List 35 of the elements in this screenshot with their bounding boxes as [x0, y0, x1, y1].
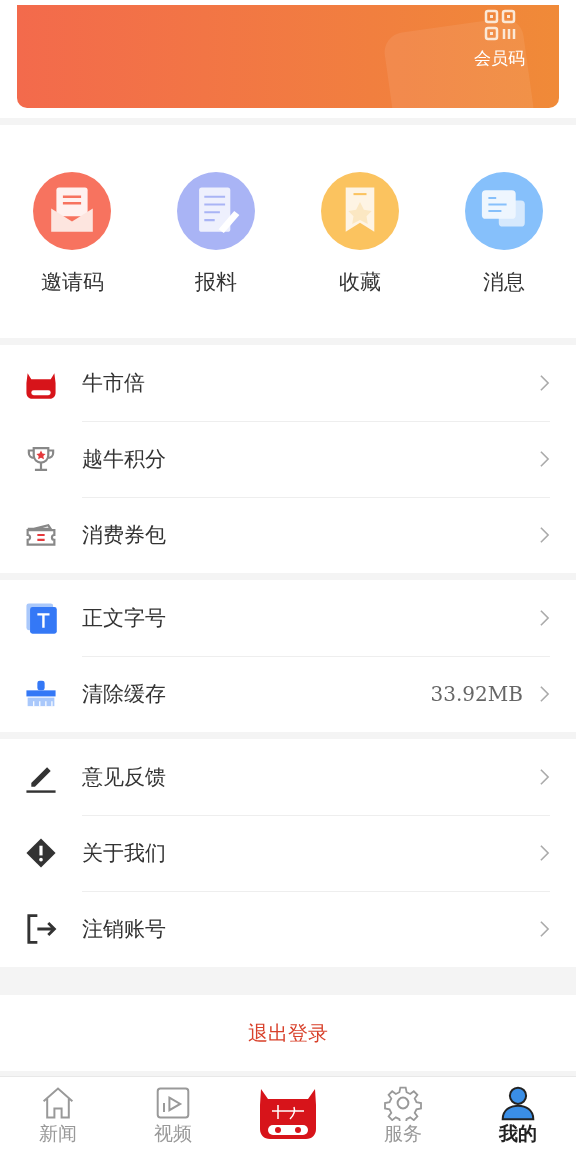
menu-label: 意见反馈: [82, 763, 167, 791]
font-size-icon: [24, 601, 58, 635]
menu-row[interactable]: 消费券包: [0, 497, 576, 573]
menu-label: 注销账号: [82, 916, 167, 943]
menu-row[interactable]: 关于我们: [0, 815, 576, 891]
menu-label: 清除缓存: [82, 681, 167, 708]
menu-row[interactable]: 注销账号: [0, 891, 576, 967]
chevron-right-icon: [539, 920, 550, 938]
shortcut-item[interactable]: 消息: [444, 172, 564, 296]
menu-label: 正文字号: [82, 604, 167, 632]
menu-label: 消费券包: [82, 522, 167, 549]
tab-item[interactable]: 我的: [460, 1077, 576, 1152]
cache-size: 33.92MB: [430, 682, 523, 706]
qr-code-icon: [483, 9, 516, 41]
chevron-right-icon: [539, 373, 550, 392]
menu-label: 关于我们: [82, 839, 167, 867]
menu-row[interactable]: 越牛积分: [0, 421, 576, 497]
exit-icon: [24, 912, 58, 946]
chevron-right-icon: [539, 843, 550, 862]
shortcut-item[interactable]: 报料: [156, 172, 276, 296]
menu-row[interactable]: 正文字号: [0, 580, 576, 656]
gear-icon: [383, 1085, 424, 1121]
menu-row[interactable]: 牛市倍: [0, 345, 576, 421]
shortcut-item[interactable]: 邀请码: [12, 172, 132, 296]
menu-row[interactable]: 意见反馈: [0, 739, 576, 815]
warning-diamond-icon: [24, 836, 58, 870]
chevron-right-icon: [539, 608, 550, 627]
menu-label: 越牛积分: [82, 445, 167, 473]
menu-label: 牛市倍: [82, 369, 146, 397]
chevron-right-icon: [539, 449, 550, 468]
chevron-right-icon: [539, 767, 550, 786]
chevron-right-icon: [539, 526, 550, 544]
shortcut-item[interactable]: 收藏: [300, 172, 420, 296]
chevron-right-icon: [539, 685, 550, 703]
menu-row[interactable]: 清除缓存 33.92MB: [0, 656, 576, 732]
